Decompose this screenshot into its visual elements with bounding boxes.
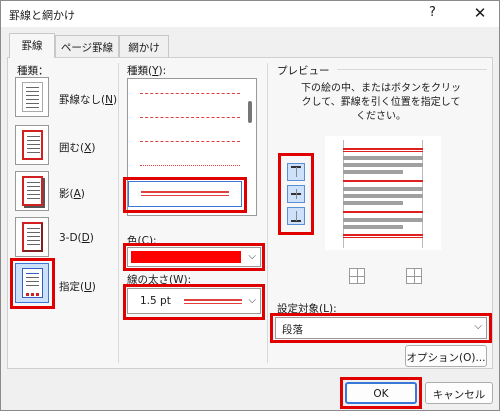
- setting-none-label: 罫線なし(N): [59, 94, 118, 106]
- tab-borders-label: 罫線: [21, 40, 43, 52]
- options-button[interactable]: オプション(O)...: [405, 345, 487, 367]
- cancel-button[interactable]: キャンセル: [425, 382, 493, 404]
- width-highlight: [123, 284, 265, 320]
- tab-borders[interactable]: 罫線: [9, 33, 55, 58]
- setting-heading: 種類：: [17, 65, 49, 77]
- style-option-dotted[interactable]: [140, 93, 240, 94]
- setting-custom-highlight: [10, 258, 55, 309]
- tab-page-border[interactable]: ページ罫線: [55, 35, 119, 57]
- setting-box-label: 囲む(X): [59, 142, 96, 154]
- style-option-dashed-short[interactable]: [140, 117, 240, 118]
- apply-to-highlight: [270, 313, 492, 343]
- page-shadow-icon: [22, 176, 43, 206]
- border-buttons-highlight: [278, 153, 314, 235]
- setting-3d-label: 3-D(D): [59, 232, 94, 244]
- tab-shading[interactable]: 網かけ: [119, 35, 169, 57]
- dialog-title: 罫線と網かけ: [9, 9, 75, 22]
- divider-right: [267, 63, 268, 363]
- left-border-icon[interactable]: [349, 268, 365, 284]
- style-option-dash-dot[interactable]: [140, 165, 240, 166]
- setting-3d-icon[interactable]: [15, 217, 49, 257]
- style-selected-highlight: [123, 177, 247, 213]
- right-border-icon[interactable]: [406, 268, 422, 284]
- style-list-scrollbar[interactable]: [248, 101, 252, 123]
- tab-page-border-label: ページ罫線: [60, 42, 114, 54]
- divider-left: [118, 63, 119, 363]
- page-box-icon: [22, 130, 43, 160]
- ok-highlight: [340, 377, 422, 409]
- preview-bottom-line: [343, 234, 423, 236]
- setting-custom-label: 指定(U): [59, 281, 96, 293]
- preview-bottom-line-2: [343, 237, 423, 238]
- preview-diagram[interactable]: [325, 136, 441, 250]
- setting-shadow-label: 影(A): [59, 188, 85, 200]
- preview-top-line: [343, 148, 423, 150]
- preview-top-line-2: [343, 151, 423, 152]
- setting-shadow-icon[interactable]: [15, 171, 49, 211]
- preview-heading-rule: [337, 69, 487, 70]
- color-highlight: [123, 243, 265, 271]
- preview-heading: プレビュー: [277, 65, 330, 77]
- tab-shading-label: 網かけ: [128, 42, 160, 54]
- style-heading: 種類(Y):: [127, 65, 167, 77]
- page-none-icon: [22, 82, 43, 112]
- style-option-dashed[interactable]: [140, 141, 240, 142]
- setting-none-icon[interactable]: [15, 77, 49, 117]
- setting-box-icon[interactable]: [15, 125, 49, 165]
- page-3d-icon: [22, 222, 43, 252]
- borders-shading-dialog: 罫線と網かけ ? ✕ 罫線 ページ罫線 網かけ 種類： 罫線なし(N) 囲む(X…: [0, 0, 500, 411]
- preview-middle-line-2: [343, 211, 423, 213]
- preview-instruction: 下の絵の中、またはボタンをクリックして、罫線を引く位置を指定してください。: [301, 83, 461, 122]
- preview-middle-line: [343, 180, 423, 182]
- title-bar: 罫線と網かけ ? ✕: [1, 1, 499, 27]
- close-button[interactable]: ✕: [471, 4, 489, 22]
- help-button[interactable]: ?: [429, 5, 436, 20]
